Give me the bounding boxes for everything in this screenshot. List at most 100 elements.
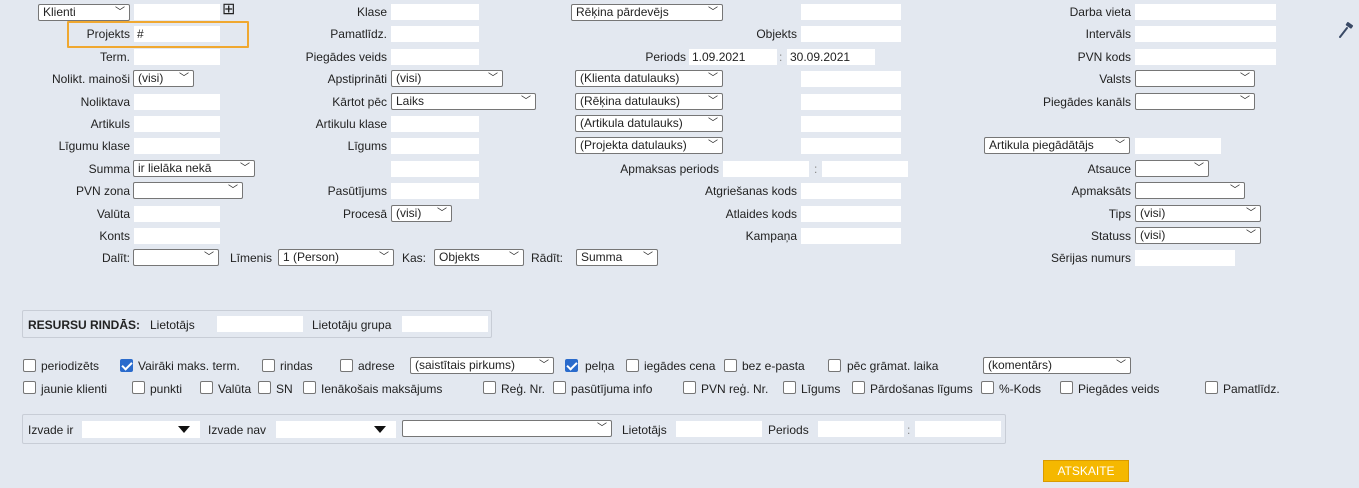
objekts-input[interactable] [801, 26, 901, 42]
izvade-field-select[interactable]: ﹀ [402, 420, 612, 437]
rekina-datulauks-input[interactable] [801, 94, 901, 110]
jaunie-klienti-checkbox[interactable] [23, 381, 36, 394]
ligumu-klase-input[interactable] [134, 138, 220, 154]
ligums-checkbox[interactable] [783, 381, 796, 394]
pec-gramat-laika-checkbox[interactable] [828, 359, 841, 372]
rekina-pardevejs-select[interactable]: Rēķina pārdevējs ﹀ [571, 4, 723, 21]
periodizets-checkbox[interactable] [23, 359, 36, 372]
kampana-input[interactable] [801, 228, 901, 244]
valuta-checkbox[interactable] [200, 381, 213, 394]
bez-e-pasta-label: bez e-pasta [742, 359, 805, 373]
rekina-datulauks-select[interactable]: (Rēķina datulauks) ﹀ [575, 93, 723, 110]
periods-from-input[interactable]: 1.09.2021 [689, 49, 777, 65]
pasutijuma-info-checkbox[interactable] [553, 381, 566, 394]
apstiprinati-select[interactable]: (visi) ﹀ [391, 70, 503, 87]
artikula-datulauks-select[interactable]: (Artikula datulauks) ﹀ [575, 115, 723, 132]
kas-select[interactable]: Objekts ﹀ [434, 249, 524, 266]
apmaksas-periods-from-input[interactable] [723, 161, 809, 177]
konts-input[interactable] [134, 228, 220, 244]
artikula-datulauks-input[interactable] [801, 116, 901, 132]
pardosanas-ligums-checkbox[interactable] [852, 381, 865, 394]
klase-label: Klase [356, 5, 387, 19]
intervals-input[interactable] [1135, 26, 1276, 42]
apmaksats-select[interactable]: ﹀ [1135, 182, 1245, 199]
atlaides-kods-input[interactable] [801, 206, 901, 222]
rekina-pardevejs-input[interactable] [801, 4, 901, 20]
periods-label: Periods [645, 50, 686, 64]
pasutijums-label: Pasūtījums [327, 184, 387, 198]
artikula-piegadatajs-select[interactable]: Artikula piegādātājs ﹀ [984, 137, 1130, 154]
term-input[interactable] [134, 49, 220, 65]
pvn-zona-select[interactable]: ﹀ [133, 182, 243, 199]
atskaite-button[interactable]: ATSKAITE [1043, 460, 1129, 482]
reg-nr-label: Reģ. Nr. [501, 382, 546, 396]
hammer-icon[interactable] [1338, 22, 1354, 41]
darba-vieta-label: Darba vieta [1069, 5, 1131, 19]
rindas-checkbox[interactable] [262, 359, 275, 372]
apmaksas-periods-to-input[interactable] [822, 161, 908, 177]
ienakosais-maksajums-checkbox[interactable] [303, 381, 316, 394]
izvade-lietotajs-input[interactable] [676, 421, 762, 437]
piegades-kanals-select[interactable]: ﹀ [1135, 93, 1255, 110]
adrese-checkbox[interactable] [340, 359, 353, 372]
artikuls-input[interactable] [134, 116, 220, 132]
klienta-datulauks-input[interactable] [801, 71, 901, 87]
valsts-select[interactable]: ﹀ [1135, 70, 1255, 87]
noliktava-input[interactable] [134, 94, 220, 110]
izvade-nav-select[interactable] [276, 421, 396, 438]
statuss-select[interactable]: (visi) ﹀ [1135, 227, 1261, 244]
piegades-veids-checkbox[interactable] [1060, 381, 1073, 394]
limenis-select[interactable]: 1 (Person) ﹀ [278, 249, 394, 266]
atgriesanas-kods-label: Atgriešanas kods [704, 184, 797, 198]
bez-e-pasta-checkbox[interactable] [724, 359, 737, 372]
saistitais-pirkums-select[interactable]: (saistītais pirkums) ﹀ [410, 357, 554, 374]
atgriesanas-kods-input[interactable] [801, 183, 901, 199]
vairaki-maks-term-checkbox[interactable] [120, 359, 133, 372]
resursu-lietotaju-grupa-input[interactable] [402, 316, 488, 332]
limenis-label: Līmenis [230, 251, 273, 265]
iegades-cena-checkbox[interactable] [626, 359, 639, 372]
procenti-kods-checkbox[interactable] [981, 381, 994, 394]
pvn-kods-input[interactable] [1135, 49, 1276, 65]
atsauce-select[interactable]: ﹀ [1135, 160, 1209, 177]
pelna-checkbox[interactable] [565, 359, 578, 372]
komentars-select[interactable]: (komentārs) ﹀ [983, 357, 1131, 374]
piegades-veids-input[interactable] [391, 49, 479, 65]
izvade-periods-from-input[interactable] [818, 421, 904, 437]
dalit-select[interactable]: ﹀ [133, 249, 219, 266]
izvade-periods-to-input[interactable] [915, 421, 1001, 437]
procesa-select[interactable]: (visi) ﹀ [391, 205, 452, 222]
izvade-ir-select[interactable] [82, 421, 200, 438]
serijas-numurs-input[interactable] [1135, 250, 1235, 266]
radit-select[interactable]: Summa ﹀ [576, 249, 658, 266]
klase-input[interactable] [391, 4, 479, 20]
sn-checkbox[interactable] [258, 381, 271, 394]
periods-to-input[interactable]: 30.09.2021 [787, 49, 875, 65]
artikula-piegadatajs-input[interactable] [1135, 138, 1221, 154]
ligums-input[interactable] [391, 138, 479, 154]
type-value-input[interactable] [134, 4, 220, 20]
nolikt-mainosi-select[interactable]: (visi) ﹀ [133, 70, 194, 87]
kartot-pec-label: Kārtot pēc [332, 95, 387, 109]
valuta-input[interactable] [134, 206, 220, 222]
klienta-datulauks-select[interactable]: (Klienta datulauks) ﹀ [575, 70, 723, 87]
kartot-pec-select[interactable]: Laiks ﹀ [391, 93, 536, 110]
projekta-datulauks-input[interactable] [801, 138, 901, 154]
punkti-checkbox[interactable] [132, 381, 145, 394]
reg-nr-checkbox[interactable] [483, 381, 496, 394]
plus-box-icon[interactable]: ⊞ [222, 1, 235, 19]
tips-select[interactable]: (visi) ﹀ [1135, 205, 1261, 222]
summa-select[interactable]: ir lielāka nekā ﹀ [133, 160, 255, 177]
resursu-lietotajs-input[interactable] [217, 316, 303, 332]
pvn-reg-nr-checkbox[interactable] [683, 381, 696, 394]
pamatlidz-checkbox[interactable] [1205, 381, 1218, 394]
pamatlidz-label2: Pamatlīdz. [1223, 382, 1280, 396]
summa-value-input[interactable] [391, 161, 479, 177]
artikulu-klase-input[interactable] [391, 116, 479, 132]
type-select[interactable]: Klienti ﹀ [38, 4, 130, 21]
pasutijums-input[interactable] [391, 183, 479, 199]
projekta-datulauks-select[interactable]: (Projekta datulauks) ﹀ [575, 137, 723, 154]
darba-vieta-input[interactable] [1135, 4, 1276, 20]
valsts-label: Valsts [1099, 72, 1131, 86]
pamatlidz-input[interactable] [391, 26, 479, 42]
